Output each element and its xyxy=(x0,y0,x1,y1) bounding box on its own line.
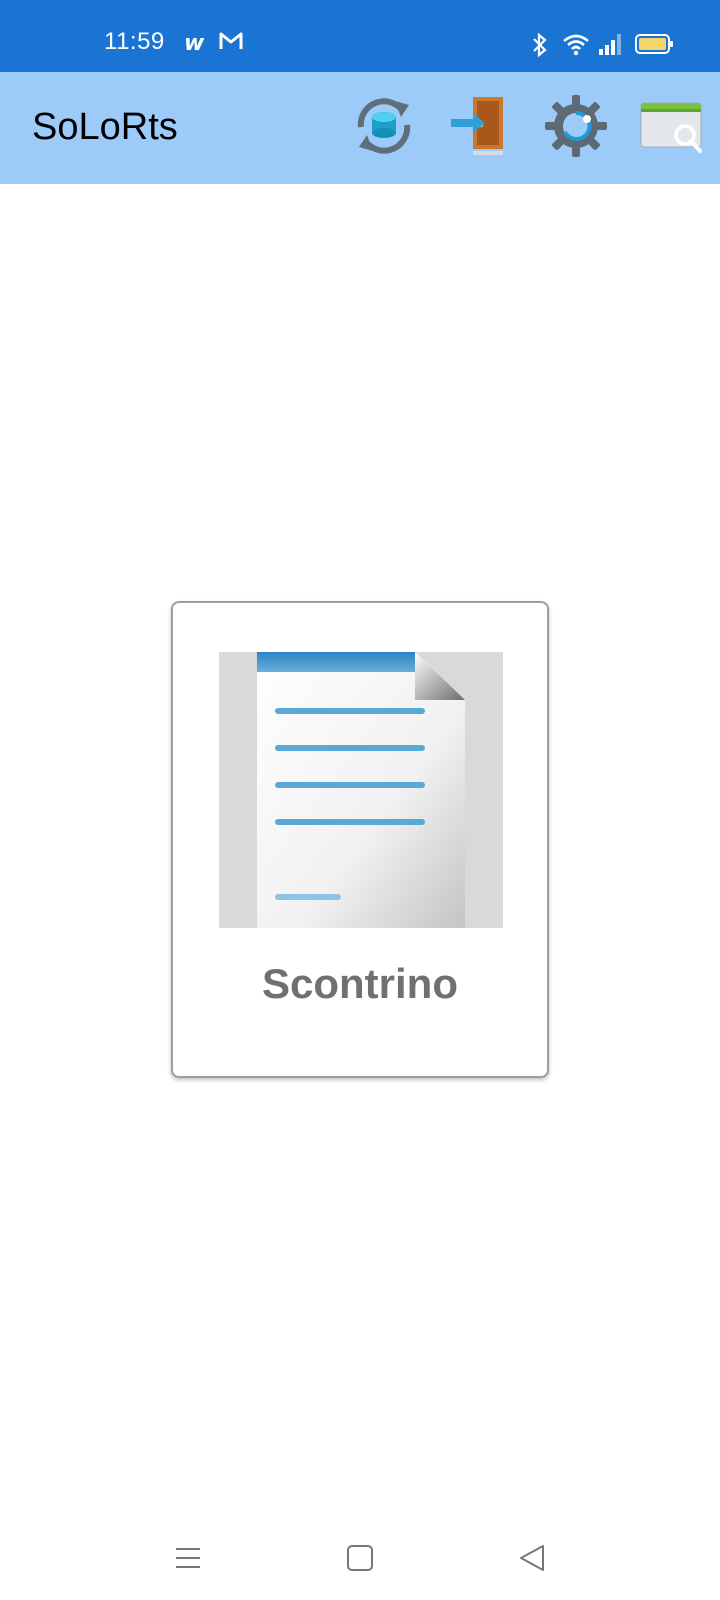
status-bar: 11:59 w xyxy=(0,0,720,72)
home-button[interactable] xyxy=(330,1530,390,1590)
search-window-button[interactable] xyxy=(634,90,710,166)
status-time: 11:59 xyxy=(104,28,165,55)
settings-button[interactable] xyxy=(538,90,614,166)
app-title: SoLoRts xyxy=(32,106,178,148)
menu-icon xyxy=(173,1543,203,1578)
tile-label: Scontrino xyxy=(262,960,458,1007)
battery-icon xyxy=(635,32,675,61)
sync-database-icon xyxy=(349,91,419,166)
w-app-icon: w xyxy=(184,30,212,59)
sync-database-button[interactable] xyxy=(346,90,422,166)
exit-door-icon xyxy=(445,91,515,166)
exit-button[interactable] xyxy=(442,90,518,166)
gmail-icon xyxy=(218,30,244,57)
svg-text:w: w xyxy=(184,31,205,54)
system-nav-bar xyxy=(0,1520,720,1600)
signal-icon xyxy=(598,32,622,61)
receipt-document-icon xyxy=(219,652,503,928)
wifi-icon xyxy=(562,32,590,61)
settings-gear-icon xyxy=(541,91,611,166)
bluetooth-icon xyxy=(530,32,550,63)
recent-apps-button[interactable] xyxy=(158,1530,218,1590)
scontrino-tile[interactable]: Scontrino xyxy=(171,601,549,1078)
back-button[interactable] xyxy=(502,1530,562,1590)
home-icon xyxy=(345,1543,375,1578)
back-icon xyxy=(517,1543,547,1578)
search-window-icon xyxy=(637,91,707,166)
app-bar: SoLoRts xyxy=(0,72,720,184)
